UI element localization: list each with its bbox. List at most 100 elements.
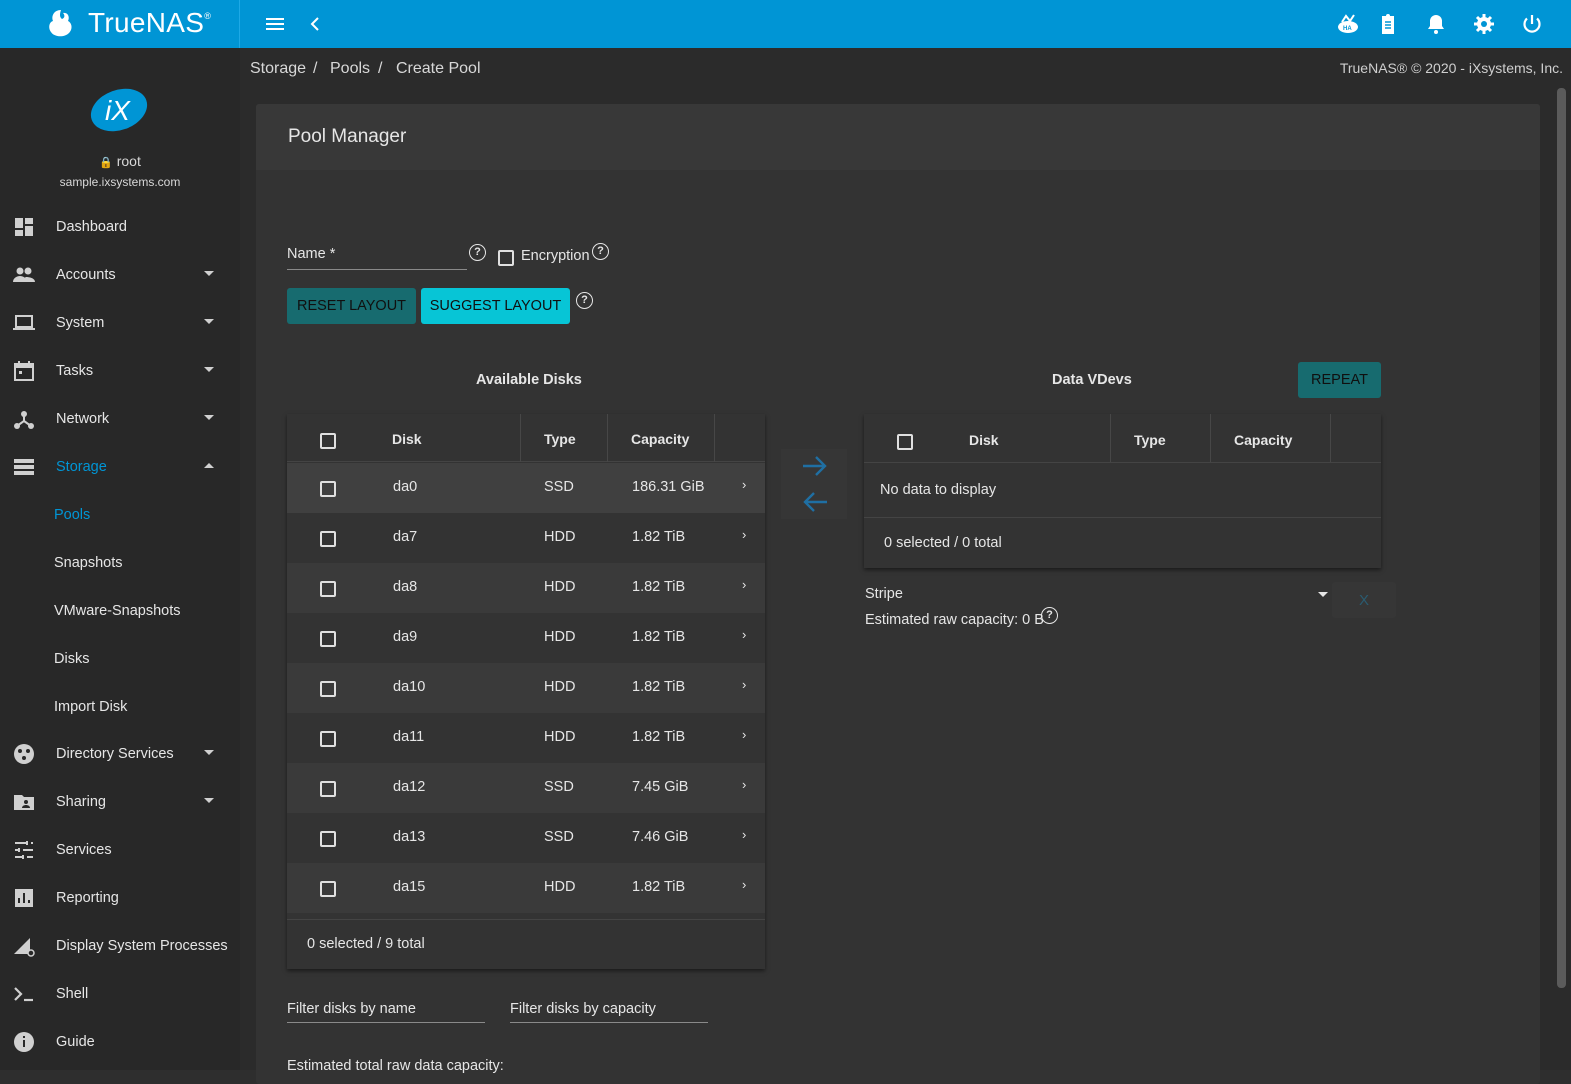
nav-reporting[interactable]: Reporting [0,874,240,922]
chevron-right-icon[interactable]: › [742,577,746,592]
filter-disks-name-input[interactable]: Filter disks by name [287,1001,485,1023]
nav-system[interactable]: System [0,299,240,347]
column-header-capacity[interactable]: Capacity [1234,432,1292,448]
reporting-chart-icon [15,889,33,907]
breadcrumb-create-pool: Create Pool [396,60,481,77]
scrollbar[interactable] [1557,88,1566,988]
breadcrumb-storage[interactable]: Storage [250,60,306,78]
disk-name: da7 [393,529,418,545]
menu-hamburger-icon[interactable] [263,12,287,36]
disk-name: da15 [393,879,426,895]
chevron-down-icon[interactable] [1318,592,1328,597]
estimated-total-capacity: Estimated total raw data capacity: [287,1058,504,1074]
table-row[interactable]: da10 HDD 1.82 TiB › [287,663,765,713]
transfer-arrows [781,449,847,519]
nav-storage[interactable]: Storage [0,443,240,491]
nav-dashboard[interactable]: Dashboard [0,203,240,251]
nav-services[interactable]: Services [0,826,240,874]
select-all-checkbox[interactable] [320,433,336,449]
repeat-button[interactable]: REPEAT [1298,362,1381,398]
vdev-layout-select[interactable]: Stripe [865,586,903,602]
row-checkbox[interactable] [320,581,336,597]
row-checkbox[interactable] [320,731,336,747]
column-header-capacity[interactable]: Capacity [631,431,689,447]
network-hub-icon [14,411,34,429]
row-checkbox[interactable] [320,481,336,497]
select-all-checkbox[interactable] [897,434,913,450]
disk-type: HDD [544,529,576,545]
row-checkbox[interactable] [320,631,336,647]
filter-disks-capacity-input[interactable]: Filter disks by capacity [510,1001,708,1023]
arrow-left-icon[interactable] [801,491,829,513]
table-row[interactable]: da12 SSD 7.45 GiB › [287,763,765,813]
pool-name-input[interactable]: Name * [287,246,467,270]
chevron-right-icon[interactable]: › [742,477,746,492]
table-row[interactable]: da13 SSD 7.46 GiB › [287,813,765,863]
column-header-type[interactable]: Type [1134,432,1166,448]
disk-capacity: 1.82 TiB [632,579,686,595]
help-icon[interactable]: ? [576,292,593,309]
breadcrumb-separator: / [313,60,318,77]
remove-vdev-button[interactable]: X [1332,582,1396,618]
nav-sub-import-disk[interactable]: Import Disk [54,699,127,715]
nav-directory-services[interactable]: Directory Services [0,730,240,778]
help-icon[interactable]: ? [1041,607,1058,624]
row-checkbox[interactable] [320,881,336,897]
nav-accounts[interactable]: Accounts [0,251,240,299]
chevron-down-icon [204,798,214,803]
chevron-right-icon[interactable]: › [742,777,746,792]
nav-shell[interactable]: Shell [0,970,240,1018]
nav-network[interactable]: Network [0,395,240,443]
accounts-people-icon [13,267,35,282]
table-row[interactable]: da11 HDD 1.82 TiB › [287,713,765,763]
table-row[interactable]: da0 SSD 186.31 GiB › [287,463,765,513]
row-checkbox[interactable] [320,681,336,697]
tasks-clipboard-icon[interactable] [1376,12,1400,36]
encryption-checkbox[interactable] [498,250,514,266]
settings-gear-icon[interactable] [1472,12,1496,36]
truecommand-icon[interactable]: HA [1336,12,1360,36]
breadcrumb-separator: / [378,60,383,77]
brand[interactable]: TrueNAS® [0,0,240,48]
collapse-chevron-left-icon[interactable] [303,12,327,36]
nav-sub-snapshots[interactable]: Snapshots [54,555,123,571]
nav-sub-pools[interactable]: Pools [54,507,90,523]
help-icon[interactable]: ? [592,243,609,260]
table-row[interactable]: da15 HDD 1.82 TiB › [287,863,765,913]
chevron-right-icon[interactable]: › [742,627,746,642]
table-row[interactable]: da8 HDD 1.82 TiB › [287,563,765,613]
breadcrumb-pools[interactable]: Pools [330,60,370,78]
nav-display-system-processes[interactable]: Display System Processes [0,922,240,970]
chevron-right-icon[interactable]: › [742,727,746,742]
lock-icon: 🔒 [99,157,113,169]
row-checkbox[interactable] [320,831,336,847]
chevron-right-icon[interactable]: › [742,877,746,892]
arrow-right-icon[interactable] [801,455,829,477]
column-divider [1110,414,1111,462]
row-checkbox[interactable] [320,781,336,797]
table-row[interactable]: da9 HDD 1.82 TiB › [287,613,765,663]
nav-tasks[interactable]: Tasks [0,347,240,395]
nav-guide[interactable]: Guide [0,1018,240,1066]
chevron-right-icon[interactable]: › [742,527,746,542]
disk-capacity: 1.82 TiB [632,679,686,695]
table-row[interactable]: da7 HDD 1.82 TiB › [287,513,765,563]
column-header-disk[interactable]: Disk [392,431,422,447]
notifications-bell-icon[interactable] [1424,12,1448,36]
disk-name: da11 [393,729,425,745]
help-icon[interactable]: ? [469,244,486,261]
column-header-type[interactable]: Type [544,431,576,447]
nav-sub-vmware-snapshots[interactable]: VMware-Snapshots [54,603,181,619]
row-checkbox[interactable] [320,531,336,547]
estimated-raw-capacity: Estimated raw capacity: 0 B [865,612,1044,628]
nav-sharing[interactable]: Sharing [0,778,240,826]
suggest-layout-button[interactable]: SUGGEST LAYOUT [421,288,570,324]
chevron-right-icon[interactable]: › [742,827,746,842]
reset-layout-button[interactable]: RESET LAYOUT [287,288,416,324]
column-header-disk[interactable]: Disk [969,432,999,448]
chevron-right-icon[interactable]: › [742,677,746,692]
storage-icon [14,459,34,475]
power-icon[interactable] [1520,12,1544,36]
nav-sub-disks[interactable]: Disks [54,651,89,667]
services-tune-icon [15,841,33,859]
